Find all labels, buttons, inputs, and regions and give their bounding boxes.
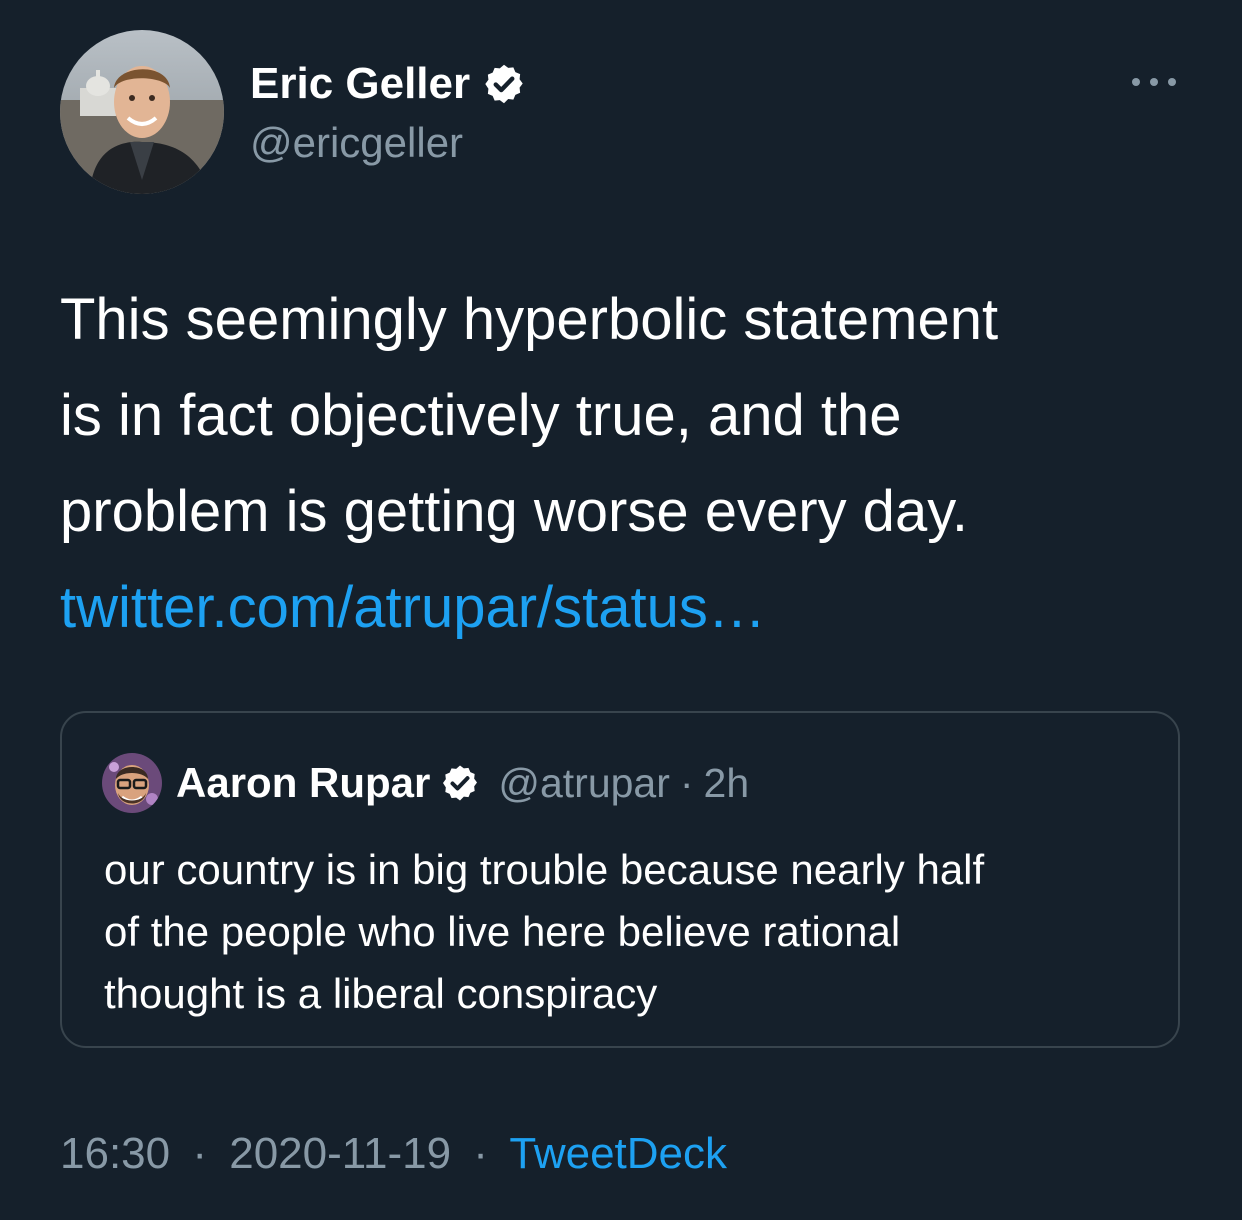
tweet-date: 2020-11-19: [229, 1129, 452, 1178]
author-avatar[interactable]: [60, 30, 224, 194]
quoted-text-line: of the people who live here believe rati…: [104, 908, 901, 955]
quoted-tweet-text: our country is in big trouble because ne…: [104, 839, 1164, 1025]
quoted-author-handle: @atrupar: [498, 759, 670, 806]
tweet-time: 16:30: [60, 1129, 171, 1178]
quoted-text-line: our country is in big trouble because ne…: [104, 846, 985, 893]
author-display-name-text: Eric Geller: [250, 59, 471, 108]
quoted-tweet-age: 2h: [703, 759, 750, 806]
tweet-text-line: problem is getting worse every day.: [60, 479, 969, 544]
more-horizontal-icon[interactable]: [1128, 70, 1180, 94]
tweet-footer: 16:30 · 2020-11-19 · TweetDeck: [60, 1126, 727, 1182]
quoted-author-name: Aaron Rupar: [176, 759, 431, 806]
footer-separator: ·: [473, 1129, 488, 1178]
verified-badge-icon: [443, 765, 478, 801]
quoted-text-line: thought is a liberal conspiracy: [104, 970, 658, 1017]
author-display-name[interactable]: Eric Geller: [250, 58, 526, 110]
tweet-text: This seemingly hyperbolic statement is i…: [60, 272, 1190, 656]
tweet-source-link[interactable]: TweetDeck: [509, 1129, 727, 1178]
author-avatar-image: [60, 30, 224, 194]
quoted-meta-separator: ·: [679, 759, 694, 806]
tweet-text-line: is in fact objectively true, and the: [60, 383, 902, 448]
tweet-link[interactable]: twitter.com/atrupar/status…: [60, 560, 1190, 656]
quoted-author-avatar: [102, 753, 162, 813]
quoted-tweet-header: Aaron Rupar @atrupar · 2h: [102, 753, 749, 813]
quoted-tweet-card[interactable]: Aaron Rupar @atrupar · 2h our country is…: [60, 711, 1180, 1048]
verified-badge-icon: [485, 64, 523, 104]
quoted-author-avatar-image: [102, 753, 162, 813]
footer-separator: ·: [192, 1129, 207, 1178]
author-handle[interactable]: @ericgeller: [250, 118, 463, 168]
tweet-text-line: This seemingly hyperbolic statement: [60, 287, 999, 352]
